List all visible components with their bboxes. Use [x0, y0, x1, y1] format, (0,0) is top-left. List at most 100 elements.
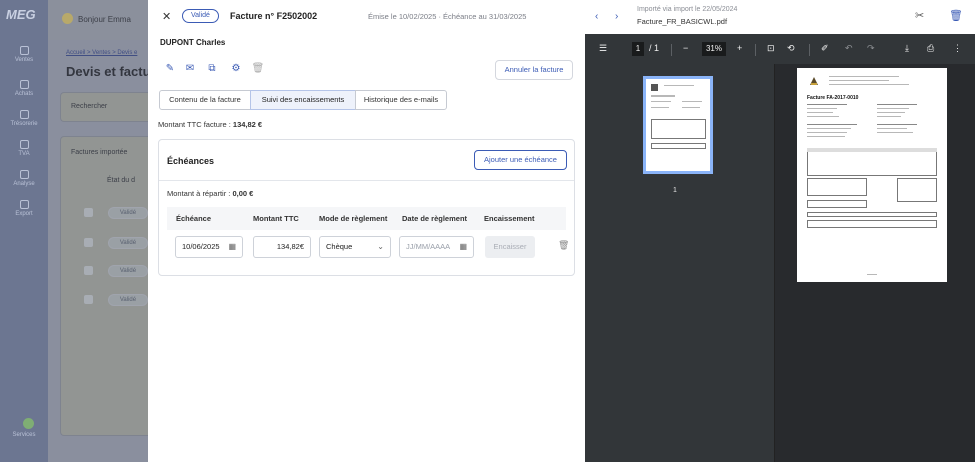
status-badge: Validé — [182, 9, 219, 23]
page-footer — [867, 274, 877, 275]
add-schedule-button[interactable]: Ajouter une échéance — [474, 150, 567, 170]
zoom-in-icon[interactable]: + — [737, 43, 742, 53]
chevron-left-icon[interactable]: ‹ — [595, 11, 598, 22]
zoom-input[interactable]: 31% — [702, 42, 726, 56]
settings-icon[interactable]: ⚙ — [226, 60, 246, 78]
thumb-table — [651, 119, 706, 139]
annotate-icon[interactable]: ✐ — [821, 43, 829, 54]
download-icon[interactable]: ⤓ — [905, 43, 909, 54]
scissors-icon[interactable]: ✂ — [915, 9, 924, 22]
page-line — [877, 104, 917, 105]
tab-factures-importees[interactable]: Factures importée — [71, 149, 127, 156]
column-header-montant: Montant TTC — [253, 214, 299, 223]
page-thumbnail[interactable] — [643, 76, 713, 174]
list-card: Factures importée État du d — [60, 136, 148, 436]
trash-icon[interactable]: 🗑 — [949, 9, 963, 22]
payment-date-field[interactable]: JJ/MM/AAAA ▦ — [399, 236, 474, 258]
sidebar-item-tva[interactable]: TVA — [0, 140, 48, 157]
sidebar-item-achats[interactable]: Achats — [0, 80, 48, 97]
breadcrumb[interactable]: Accueil > Ventes > Devis e — [66, 50, 137, 56]
bank-icon — [19, 110, 29, 119]
divider — [671, 44, 672, 56]
undo-icon[interactable]: ↶ — [845, 43, 853, 54]
rocket-icon[interactable] — [14, 418, 34, 430]
divider — [159, 180, 574, 181]
encaisser-button[interactable]: Encaisser — [485, 236, 535, 258]
thumbnail-label: 1 — [673, 187, 677, 194]
thumb-line — [682, 107, 700, 108]
pdf-viewer: ‹ › Importé via import le 22/05/2024 Fac… — [585, 0, 975, 462]
fit-page-icon[interactable]: ⊡ — [767, 43, 775, 54]
zoom-out-icon[interactable]: − — [683, 43, 688, 53]
search-input[interactable]: Rechercher — [71, 103, 107, 110]
invoice-number: Facture n° F2502002 — [230, 11, 318, 21]
amount-field[interactable]: 134,82€ — [253, 236, 311, 258]
search-card[interactable]: Rechercher — [60, 92, 148, 122]
page-line — [807, 136, 845, 137]
divider — [809, 44, 810, 56]
sidebar-item-ventes[interactable]: Ventes — [0, 46, 48, 63]
column-header-etat: État du d — [107, 177, 136, 184]
page-line — [877, 132, 913, 133]
rotate-icon[interactable]: ⟲ — [787, 43, 795, 54]
page-table — [807, 178, 867, 196]
chart-icon — [19, 170, 29, 179]
sidebar-item-analyse[interactable]: Analyse — [0, 170, 48, 187]
schedule-card: Échéances Ajouter une échéance Montant à… — [158, 139, 575, 276]
tab-contenu[interactable]: Contenu de la facture — [159, 90, 251, 110]
cancel-invoice-button[interactable]: Annuler la facture — [495, 60, 573, 80]
document-title: Facture FA-2017-0010 — [807, 95, 859, 101]
calculator-icon — [19, 140, 29, 149]
thumb-table — [651, 143, 706, 149]
page-table-header — [807, 148, 937, 152]
page-table — [807, 200, 867, 208]
invoice-dates: Émise le 10/02/2025 · Échéance au 31/03/… — [368, 12, 527, 21]
trash-icon[interactable]: 🗑 — [558, 240, 569, 251]
tab-suivi-encaissements[interactable]: Suivi des encaissements — [250, 90, 356, 110]
pdf-toolbar: ☰ 1 / 1 − 31% + ⊡ ⟲ ✐ ↶ ↷ ⤓ ⎙ ⋮ — [585, 34, 975, 64]
remaining-amount: Montant à répartir : 0,00 € — [167, 189, 254, 198]
duplicate-icon[interactable]: ⧉ — [202, 60, 222, 78]
trash-icon[interactable]: 🗑 — [248, 60, 268, 78]
due-date-field[interactable]: 10/06/2025 ▦ — [175, 236, 243, 258]
page-line — [877, 112, 905, 113]
column-header-encaissement: Encaissement — [484, 214, 535, 223]
close-icon[interactable]: ✕ — [162, 10, 171, 23]
sidebar-item-tresorerie[interactable]: Trésorerie — [0, 110, 48, 127]
edit-icon[interactable]: ✎ — [160, 60, 180, 78]
tab-historique-emails[interactable]: Historique des e-mails — [355, 90, 447, 110]
sun-icon — [62, 13, 73, 24]
sidebar: MEG Ventes Achats Trésorerie TVA Analyse… — [0, 0, 48, 462]
row-checkbox[interactable] — [84, 238, 93, 247]
sidebar-item-services[interactable]: Services — [0, 432, 48, 438]
pdf-page: Facture FA-2017-0010 — [797, 68, 947, 282]
greeting: Bonjour Emma — [78, 15, 131, 24]
more-options-icon[interactable]: ⋮ — [953, 43, 962, 54]
payment-mode-select[interactable]: Chèque ⌄ — [319, 236, 391, 258]
row-checkbox[interactable] — [84, 266, 93, 275]
chevron-right-icon[interactable]: › — [615, 11, 618, 22]
page-title: Devis et factu — [66, 64, 148, 79]
status-badge: Validé — [108, 237, 148, 249]
shop-icon — [19, 46, 29, 55]
sidebar-item-export[interactable]: Export — [0, 200, 48, 217]
redo-icon[interactable]: ↷ — [867, 43, 875, 54]
status-badge: Validé — [108, 294, 148, 306]
calendar-icon[interactable]: ▦ — [459, 237, 467, 257]
thumb-line — [651, 95, 675, 97]
status-badge: Validé — [108, 265, 148, 277]
row-checkbox[interactable] — [84, 208, 93, 217]
page-line — [829, 80, 889, 81]
page-total: / 1 — [649, 43, 660, 53]
file-name: Facture_FR_BASICWL.pdf — [637, 17, 728, 26]
page-number-input[interactable]: 1 — [632, 42, 644, 56]
mail-icon[interactable]: ✉ — [180, 60, 200, 78]
thumbnail-sidebar: 1 — [585, 64, 775, 462]
document-logo-icon — [651, 84, 658, 91]
page-line — [807, 112, 833, 113]
thumb-line — [682, 101, 702, 102]
menu-icon[interactable]: ☰ — [599, 43, 607, 54]
print-icon[interactable]: ⎙ — [927, 43, 934, 54]
row-checkbox[interactable] — [84, 295, 93, 304]
calendar-icon[interactable]: ▦ — [228, 237, 236, 257]
